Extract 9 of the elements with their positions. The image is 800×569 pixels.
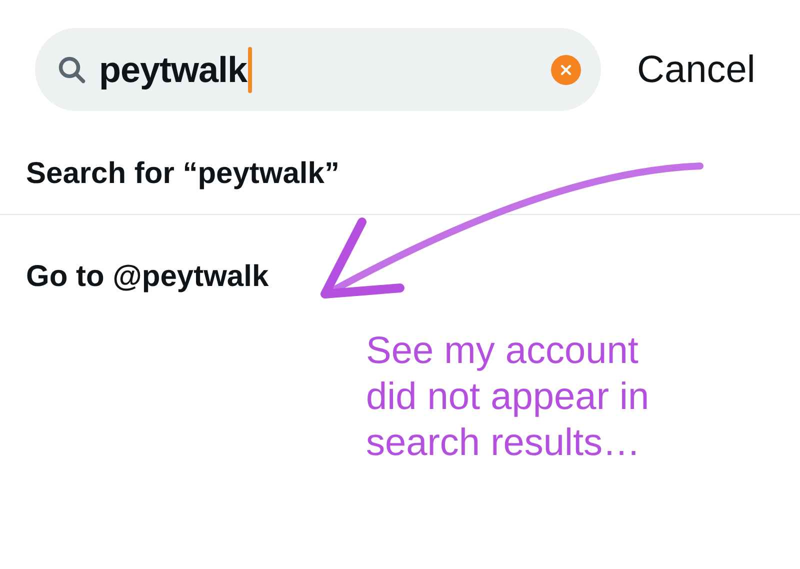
annotation-text: See my account did not appear in search results…: [366, 329, 650, 466]
search-suggestion[interactable]: Search for “peytwalk”: [26, 151, 340, 196]
text-cursor: [248, 46, 252, 92]
search-suggestion[interactable]: Go to @peytwalk: [26, 254, 269, 298]
close-icon: [560, 64, 572, 76]
clear-button[interactable]: [551, 54, 581, 84]
cancel-button[interactable]: Cancel: [637, 50, 756, 88]
search-field[interactable]: peytwalk: [35, 28, 601, 111]
search-icon: [57, 54, 87, 84]
